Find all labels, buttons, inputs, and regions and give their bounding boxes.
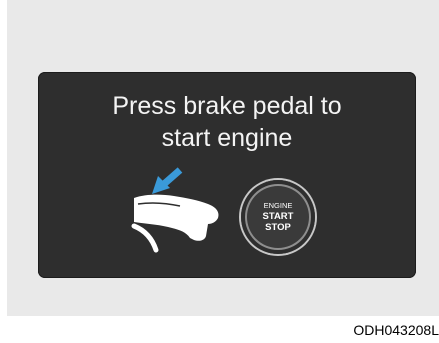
- engine-button-label-start: START: [262, 211, 294, 222]
- warning-message: Press brake pedal to start engine: [38, 90, 416, 154]
- pedal-arc-icon: [131, 223, 159, 253]
- arrow-down-left-icon: [152, 167, 183, 194]
- warning-message-line-2: start engine: [161, 124, 293, 152]
- warning-message-line-1: Press brake pedal to: [112, 92, 342, 120]
- brake-pedal-icon: [131, 167, 219, 253]
- engine-button-label-engine: ENGINE: [263, 201, 293, 210]
- engine-start-stop-button[interactable]: ENGINE START STOP: [241, 180, 315, 254]
- engine-button-label-stop: STOP: [265, 222, 291, 233]
- figure-code: ODH043208L: [353, 322, 439, 338]
- cluster-display-panel: Press brake pedal to start engine ENGINE…: [38, 72, 416, 278]
